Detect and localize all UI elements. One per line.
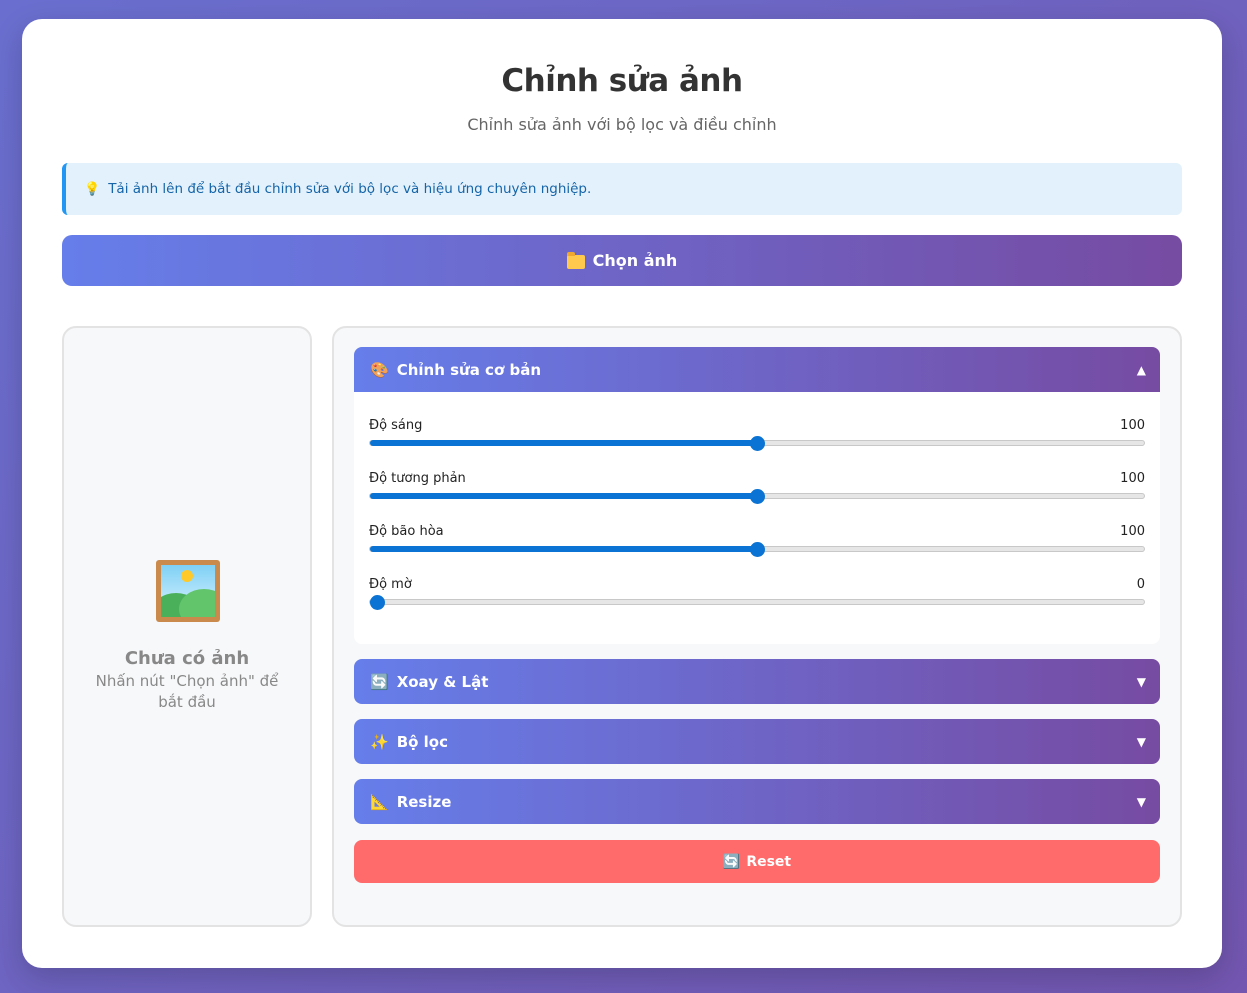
refresh-icon: 🔄 (370, 672, 389, 691)
palette-icon: 🎨 (370, 360, 389, 379)
choose-image-button[interactable]: Chọn ảnh (62, 235, 1182, 286)
sparkles-icon: ✨ (370, 732, 389, 751)
choose-image-label: Chọn ảnh (592, 251, 678, 270)
slider-blur: Độ mờ 0 (369, 577, 1145, 610)
slider-label: Độ sáng (369, 418, 423, 433)
info-text: Tải ảnh lên để bắt đầu chỉnh sửa với bộ … (108, 181, 592, 197)
framed-picture-icon (156, 560, 220, 622)
section-basic-body: Độ sáng 100 Độ tương phản 100 Độ bão hòa… (354, 392, 1160, 644)
refresh-icon: 🔄 (722, 853, 741, 870)
slider-label: Độ mờ (369, 577, 412, 592)
slider-thumb[interactable] (750, 436, 765, 451)
slider-thumb[interactable] (750, 542, 765, 557)
section-filters-title: Bộ lọc (396, 732, 448, 751)
slider-label: Độ tương phản (369, 471, 466, 486)
empty-preview-hint: Nhấn nút "Chọn ảnh" để bắt đầu (95, 672, 279, 711)
slider-contrast: Độ tương phản 100 (369, 471, 1145, 504)
info-banner: 💡 Tải ảnh lên để bắt đầu chỉnh sửa với b… (62, 163, 1182, 215)
page-subtitle: Chỉnh sửa ảnh với bộ lọc và điều chỉnh (467, 115, 777, 134)
reset-button[interactable]: 🔄 Reset (354, 840, 1160, 883)
slider-label: Độ bão hòa (369, 524, 444, 539)
controls-panel: 🎨 Chỉnh sửa cơ bản ▲ Độ sáng 100 Độ tươn… (332, 326, 1182, 927)
image-preview-panel: Chưa có ảnh Nhấn nút "Chọn ảnh" để bắt đ… (62, 326, 312, 927)
section-rotate-title: Xoay & Lật (396, 672, 489, 691)
slider-value: 0 (1136, 577, 1145, 592)
chevron-down-icon: ▼ (1136, 734, 1146, 749)
slider-track[interactable] (369, 595, 1145, 610)
slider-value: 100 (1120, 471, 1145, 486)
reset-label: Reset (746, 853, 792, 870)
slider-brightness: Độ sáng 100 (369, 418, 1145, 451)
chevron-down-icon: ▼ (1136, 794, 1146, 809)
section-resize-header[interactable]: 📐 Resize ▼ (354, 779, 1160, 824)
section-basic-header[interactable]: 🎨 Chỉnh sửa cơ bản ▲ (354, 347, 1160, 392)
section-filters-header[interactable]: ✨ Bộ lọc ▼ (354, 719, 1160, 764)
chevron-down-icon: ▼ (1136, 674, 1146, 689)
chevron-up-icon: ▲ (1136, 362, 1146, 377)
section-resize-title: Resize (396, 792, 452, 811)
section-basic-title: Chỉnh sửa cơ bản (396, 360, 542, 379)
triangle-ruler-icon: 📐 (370, 792, 389, 811)
empty-preview-title: Chưa có ảnh (124, 648, 250, 669)
folder-icon (566, 251, 585, 269)
slider-track[interactable] (369, 542, 1145, 557)
section-rotate-header[interactable]: 🔄 Xoay & Lật ▼ (354, 659, 1160, 704)
slider-thumb[interactable] (370, 595, 385, 610)
slider-value: 100 (1120, 418, 1145, 433)
slider-track[interactable] (369, 489, 1145, 504)
slider-thumb[interactable] (750, 489, 765, 504)
editor-card: Chỉnh sửa ảnh Chỉnh sửa ảnh với bộ lọc v… (22, 19, 1222, 968)
slider-track[interactable] (369, 436, 1145, 451)
slider-saturation: Độ bão hòa 100 (369, 524, 1145, 557)
slider-value: 100 (1120, 524, 1145, 539)
lightbulb-icon: 💡 (84, 181, 101, 197)
page-title: Chỉnh sửa ảnh (501, 63, 743, 99)
